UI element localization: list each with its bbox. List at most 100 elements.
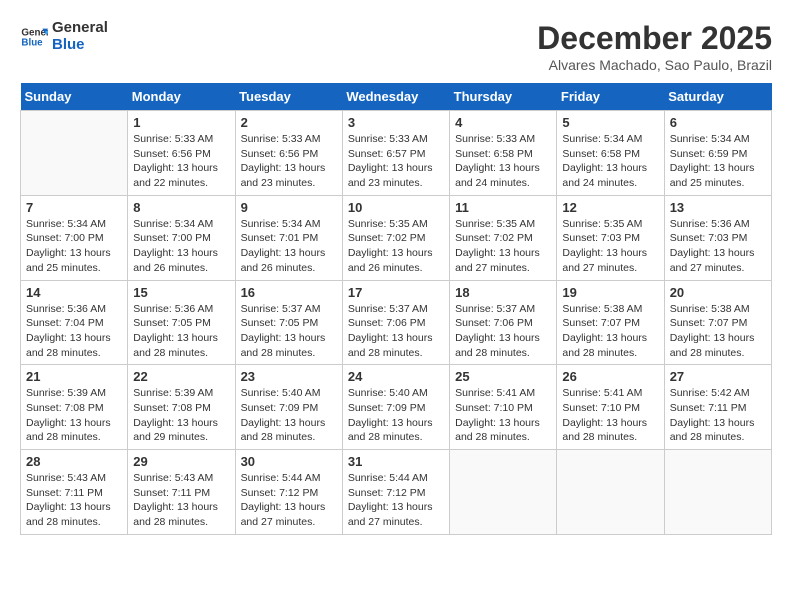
day-number: 3 [348,115,444,130]
day-number: 5 [562,115,658,130]
day-number: 7 [26,200,122,215]
calendar-cell: 19 Sunrise: 5:38 AMSunset: 7:07 PMDayligh… [557,280,664,365]
calendar-cell [664,450,771,535]
day-number: 11 [455,200,551,215]
day-number: 4 [455,115,551,130]
logo: General Blue General Blue [20,20,108,53]
calendar-cell: 12 Sunrise: 5:35 AMSunset: 7:03 PMDayligh… [557,195,664,280]
col-thursday: Thursday [450,83,557,111]
calendar-cell: 24Sunrise: 5:40 AMSunset: 7:09 PMDayligh… [342,365,449,450]
calendar-cell [557,450,664,535]
cell-info: Sunrise: 5:40 AMSunset: 7:09 PMDaylight:… [348,386,444,445]
day-number: 12 [562,200,658,215]
calendar-cell: 3Sunrise: 5:33 AMSunset: 6:57 PMDaylight… [342,111,449,196]
cell-info: Sunrise: 5:35 AMSunset: 7:03 PMDaylight:… [562,217,658,276]
day-number: 22 [133,369,229,384]
calendar-week-3: 14 Sunrise: 5:36 AMSunset: 7:04 PMDayligh… [21,280,772,365]
day-number: 31 [348,454,444,469]
col-monday: Monday [128,83,235,111]
cell-info: Sunrise: 5:38 AMSunset: 7:07 PMDaylight:… [670,302,766,361]
cell-info: Sunrise: 5:34 AMSunset: 6:58 PMDaylight:… [562,132,658,191]
location: Alvares Machado, Sao Paulo, Brazil [537,57,772,73]
title-section: December 2025 Alvares Machado, Sao Paulo… [537,20,772,73]
calendar-cell: 23 Sunrise: 5:40 AMSunset: 7:09 PMDayligh… [235,365,342,450]
day-number: 10 [348,200,444,215]
calendar-cell: 9 Sunrise: 5:34 AMSunset: 7:01 PMDaylight… [235,195,342,280]
calendar-table: Sunday Monday Tuesday Wednesday Thursday… [20,83,772,535]
cell-info: Sunrise: 5:38 AMSunset: 7:07 PMDaylight:… [562,302,658,361]
cell-info: Sunrise: 5:33 AMSunset: 6:56 PMDaylight:… [241,132,337,191]
day-number: 30 [241,454,337,469]
calendar-cell: 8Sunrise: 5:34 AMSunset: 7:00 PMDaylight… [128,195,235,280]
day-number: 23 [241,369,337,384]
day-number: 18 [455,285,551,300]
day-number: 8 [133,200,229,215]
cell-info: Sunrise: 5:37 AMSunset: 7:05 PMDaylight:… [241,302,337,361]
calendar-cell: 11 Sunrise: 5:35 AMSunset: 7:02 PMDayligh… [450,195,557,280]
header-row: Sunday Monday Tuesday Wednesday Thursday… [21,83,772,111]
calendar-cell: 20Sunrise: 5:38 AMSunset: 7:07 PMDayligh… [664,280,771,365]
cell-info: Sunrise: 5:41 AMSunset: 7:10 PMDaylight:… [455,386,551,445]
day-number: 28 [26,454,122,469]
month-year: December 2025 [537,20,772,57]
calendar-cell: 30 Sunrise: 5:44 AMSunset: 7:12 PMDayligh… [235,450,342,535]
col-tuesday: Tuesday [235,83,342,111]
day-number: 6 [670,115,766,130]
page-header: General Blue General Blue December 2025 … [20,20,772,73]
calendar-cell: 25Sunrise: 5:41 AMSunset: 7:10 PMDayligh… [450,365,557,450]
calendar-cell: 26 Sunrise: 5:41 AMSunset: 7:10 PMDayligh… [557,365,664,450]
cell-info: Sunrise: 5:42 AMSunset: 7:11 PMDaylight:… [670,386,766,445]
cell-info: Sunrise: 5:44 AMSunset: 7:12 PMDaylight:… [241,471,337,530]
col-sunday: Sunday [21,83,128,111]
day-number: 9 [241,200,337,215]
day-number: 14 [26,285,122,300]
col-friday: Friday [557,83,664,111]
day-number: 16 [241,285,337,300]
col-saturday: Saturday [664,83,771,111]
calendar-cell: 22 Sunrise: 5:39 AMSunset: 7:08 PMDayligh… [128,365,235,450]
cell-info: Sunrise: 5:40 AMSunset: 7:09 PMDaylight:… [241,386,337,445]
calendar-cell: 5 Sunrise: 5:34 AMSunset: 6:58 PMDaylight… [557,111,664,196]
calendar-cell: 4Sunrise: 5:33 AMSunset: 6:58 PMDaylight… [450,111,557,196]
cell-info: Sunrise: 5:39 AMSunset: 7:08 PMDaylight:… [26,386,122,445]
day-number: 2 [241,115,337,130]
calendar-cell: 18Sunrise: 5:37 AMSunset: 7:06 PMDayligh… [450,280,557,365]
cell-info: Sunrise: 5:43 AMSunset: 7:11 PMDaylight:… [133,471,229,530]
cell-info: Sunrise: 5:33 AMSunset: 6:56 PMDaylight:… [133,132,229,191]
cell-info: Sunrise: 5:39 AMSunset: 7:08 PMDaylight:… [133,386,229,445]
cell-info: Sunrise: 5:34 AMSunset: 6:59 PMDaylight:… [670,132,766,191]
calendar-cell: 28Sunrise: 5:43 AMSunset: 7:11 PMDayligh… [21,450,128,535]
cell-info: Sunrise: 5:35 AMSunset: 7:02 PMDaylight:… [348,217,444,276]
calendar-cell: 14 Sunrise: 5:36 AMSunset: 7:04 PMDayligh… [21,280,128,365]
calendar-cell: 17Sunrise: 5:37 AMSunset: 7:06 PMDayligh… [342,280,449,365]
calendar-cell: 10 Sunrise: 5:35 AMSunset: 7:02 PMDayligh… [342,195,449,280]
day-number: 21 [26,369,122,384]
cell-info: Sunrise: 5:34 AMSunset: 7:01 PMDaylight:… [241,217,337,276]
day-number: 13 [670,200,766,215]
calendar-cell: 16 Sunrise: 5:37 AMSunset: 7:05 PMDayligh… [235,280,342,365]
calendar-cell: 15Sunrise: 5:36 AMSunset: 7:05 PMDayligh… [128,280,235,365]
calendar-week-1: 1Sunrise: 5:33 AMSunset: 6:56 PMDaylight… [21,111,772,196]
day-number: 15 [133,285,229,300]
calendar-cell: 2 Sunrise: 5:33 AMSunset: 6:56 PMDaylight… [235,111,342,196]
calendar-cell: 29 Sunrise: 5:43 AMSunset: 7:11 PMDayligh… [128,450,235,535]
cell-info: Sunrise: 5:35 AMSunset: 7:02 PMDaylight:… [455,217,551,276]
calendar-cell [450,450,557,535]
cell-info: Sunrise: 5:34 AMSunset: 7:00 PMDaylight:… [26,217,122,276]
day-number: 17 [348,285,444,300]
day-number: 27 [670,369,766,384]
svg-text:Blue: Blue [21,37,43,48]
calendar-cell: 6 Sunrise: 5:34 AMSunset: 6:59 PMDaylight… [664,111,771,196]
cell-info: Sunrise: 5:36 AMSunset: 7:04 PMDaylight:… [26,302,122,361]
calendar-week-4: 21 Sunrise: 5:39 AMSunset: 7:08 PMDayligh… [21,365,772,450]
day-number: 19 [562,285,658,300]
calendar-cell: 21 Sunrise: 5:39 AMSunset: 7:08 PMDayligh… [21,365,128,450]
logo-line1: General [52,20,108,37]
calendar-cell: 7 Sunrise: 5:34 AMSunset: 7:00 PMDaylight… [21,195,128,280]
cell-info: Sunrise: 5:44 AMSunset: 7:12 PMDaylight:… [348,471,444,530]
logo-line2: Blue [52,37,108,54]
day-number: 29 [133,454,229,469]
cell-info: Sunrise: 5:36 AMSunset: 7:03 PMDaylight:… [670,217,766,276]
day-number: 26 [562,369,658,384]
cell-info: Sunrise: 5:41 AMSunset: 7:10 PMDaylight:… [562,386,658,445]
